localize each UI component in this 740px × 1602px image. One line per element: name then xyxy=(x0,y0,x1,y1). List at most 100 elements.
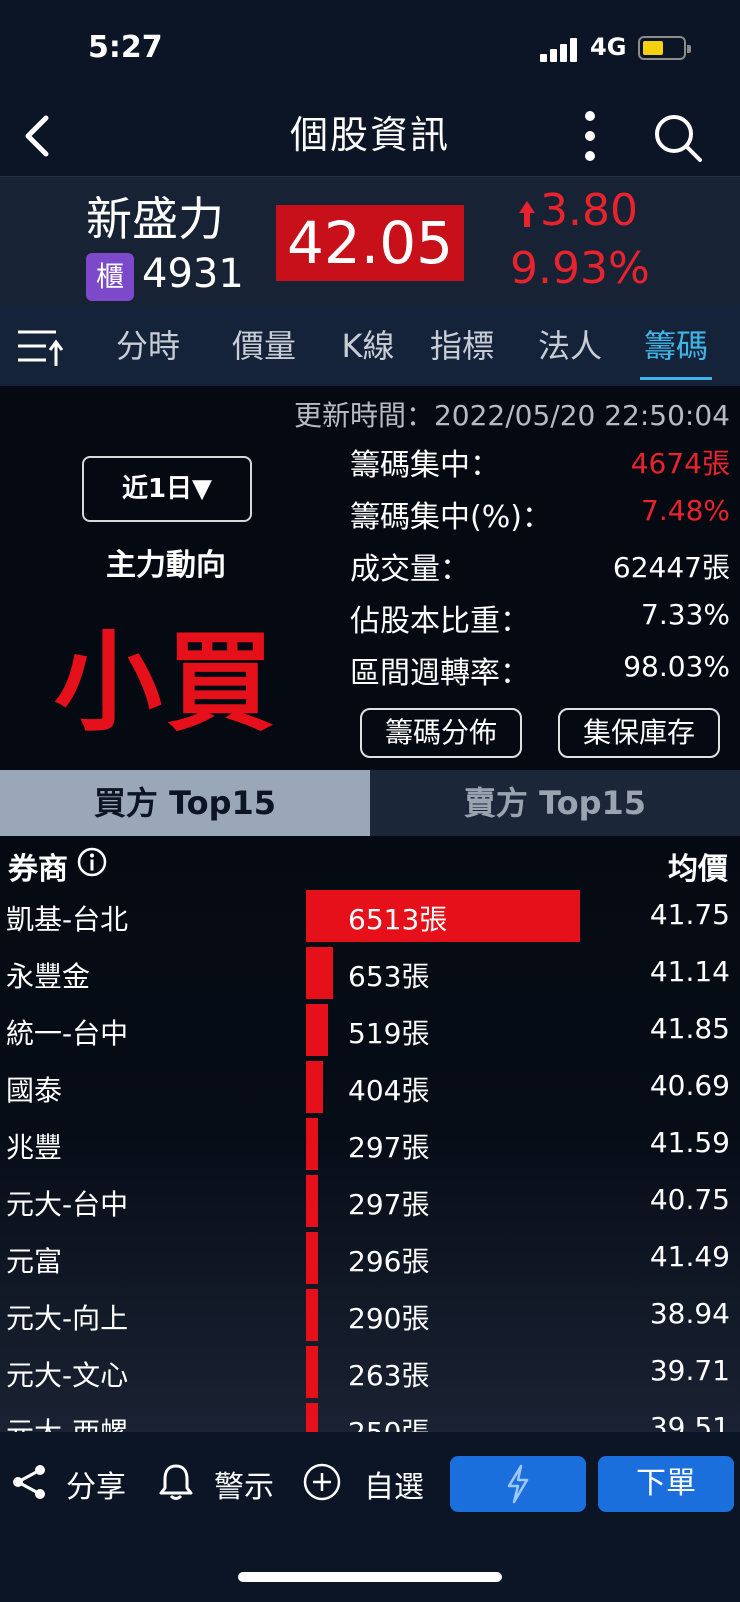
tab-intraday[interactable]: 分時 xyxy=(108,306,188,386)
header-broker: 券商 xyxy=(8,852,68,887)
table-row[interactable]: 兆豐 297張 41.59 xyxy=(0,1118,740,1174)
custody-inventory-button[interactable]: 集保庫存 xyxy=(558,708,720,758)
chip-summary-panel: 更新時間：2022/05/20 22:50:04 近1日▼ 主力動向 小買 籌碼… xyxy=(0,386,740,770)
stat-value-turnover: 98.03% xyxy=(623,650,730,683)
buy-top15-tab[interactable]: 買方 Top15 xyxy=(0,770,370,836)
tab-kline[interactable]: K線 xyxy=(318,306,418,386)
table-row[interactable]: 統一-台中 519張 41.85 xyxy=(0,1004,740,1060)
average-price: 38.94 xyxy=(649,1297,730,1330)
tab-chips[interactable]: 籌碼 xyxy=(640,306,712,386)
broker-name: 元富 xyxy=(6,1245,63,1278)
more-vertical-icon[interactable] xyxy=(574,106,606,166)
volume-bar xyxy=(306,1346,318,1398)
net-buy-quantity: 297張 xyxy=(348,1188,430,1221)
stock-code: 4931 xyxy=(142,251,244,297)
price-change-percent: 9.93% xyxy=(510,243,650,294)
search-icon[interactable] xyxy=(650,110,706,166)
volume-bar xyxy=(306,1004,328,1056)
watchlist-label[interactable]: 自選 xyxy=(364,1462,424,1506)
net-buy-quantity: 404張 xyxy=(348,1074,430,1107)
info-icon[interactable] xyxy=(76,846,108,878)
buy-sell-switch: 買方 Top15 賣方 Top15 xyxy=(0,770,740,836)
stat-value-capital-ratio: 7.33% xyxy=(641,598,730,631)
status-bar: 5:27 4G xyxy=(0,0,740,96)
up-arrow-icon xyxy=(519,201,535,227)
broker-name: 元大-台中 xyxy=(6,1188,129,1221)
stock-name: 新盛力 xyxy=(86,192,224,246)
chip-distribution-button[interactable]: 籌碼分佈 xyxy=(360,708,522,758)
main-flow-label: 主力動向 xyxy=(106,548,226,583)
stat-value-volume: 62447張 xyxy=(612,551,730,584)
price-change: 3.80 xyxy=(540,185,638,236)
tab-price-volume[interactable]: 價量 xyxy=(214,306,314,386)
net-buy-quantity: 297張 xyxy=(348,1131,430,1164)
average-price: 41.75 xyxy=(649,898,730,931)
broker-table[interactable]: 券商 均價 凱基-台北 6513張 41.75 永豐金 653張 41.14 統一-台中 51… xyxy=(0,836,740,1432)
last-price: 42.05 xyxy=(276,205,464,281)
sort-menu-icon[interactable] xyxy=(16,326,64,370)
broker-name: 兆豐 xyxy=(6,1131,63,1164)
average-price: 41.14 xyxy=(649,955,730,988)
stat-label-volume: 成交量： xyxy=(350,552,470,587)
share-label[interactable]: 分享 xyxy=(66,1462,126,1506)
volume-bar xyxy=(306,1289,318,1341)
period-dropdown[interactable]: 近1日▼ xyxy=(82,456,252,522)
table-row[interactable]: 元大-西螺 250張 39.51 xyxy=(0,1403,740,1432)
net-buy-quantity: 653張 xyxy=(348,960,430,993)
broker-name: 元大-向上 xyxy=(6,1302,129,1335)
network-type: 4G xyxy=(590,33,627,61)
signal-icon xyxy=(540,38,580,62)
average-price: 41.85 xyxy=(649,1012,730,1045)
add-circle-icon[interactable] xyxy=(302,1462,342,1502)
stat-label-turnover: 區間週轉率： xyxy=(350,656,530,691)
page-title: 個股資訊 xyxy=(289,113,450,157)
volume-bar xyxy=(306,1403,318,1432)
table-row[interactable]: 元大-向上 290張 38.94 xyxy=(0,1289,740,1345)
battery-icon xyxy=(638,36,691,60)
stock-chip-screen: 5:27 4G 個股資訊 新盛力 櫃 4931 42.05 3.80 9.93%… xyxy=(0,0,740,1602)
update-time: 更新時間：2022/05/20 22:50:04 xyxy=(293,399,730,432)
broker-name: 統一-台中 xyxy=(6,1017,129,1050)
header-average-price: 均價 xyxy=(668,852,728,887)
average-price: 41.49 xyxy=(649,1240,730,1273)
volume-bar xyxy=(306,947,333,999)
net-buy-quantity: 519張 xyxy=(348,1017,430,1050)
broker-name: 元大-文心 xyxy=(6,1359,129,1392)
status-time: 5:27 xyxy=(88,30,163,65)
average-price: 39.71 xyxy=(649,1354,730,1387)
table-row[interactable]: 凱基-台北 6513張 41.75 xyxy=(0,890,740,946)
net-buy-quantity: 296張 xyxy=(348,1245,430,1278)
stat-value-concentration-pct: 7.48% xyxy=(641,494,730,527)
stock-quote-header: 新盛力 櫃 4931 42.05 3.80 9.93% xyxy=(0,176,740,306)
volume-bar xyxy=(306,1118,318,1170)
net-buy-quantity: 290張 xyxy=(348,1302,430,1335)
place-order-button[interactable]: 下單 xyxy=(598,1456,734,1512)
table-row[interactable]: 國泰 404張 40.69 xyxy=(0,1061,740,1117)
table-row[interactable]: 元大-台中 297張 40.75 xyxy=(0,1175,740,1231)
lightning-icon xyxy=(507,1464,529,1504)
stat-value-concentration: 4674張 xyxy=(630,447,730,480)
back-arrow-icon[interactable] xyxy=(16,110,60,162)
table-row[interactable]: 永豐金 653張 41.14 xyxy=(0,947,740,1003)
table-row[interactable]: 元大-文心 263張 39.71 xyxy=(0,1346,740,1402)
average-price: 40.69 xyxy=(649,1069,730,1102)
quick-order-button[interactable] xyxy=(450,1456,586,1512)
average-price: 39.51 xyxy=(649,1411,730,1432)
table-row[interactable]: 元富 296張 41.49 xyxy=(0,1232,740,1288)
bottom-toolbar: 分享 警示 自選 下單 xyxy=(0,1432,740,1602)
tab-institutional[interactable]: 法人 xyxy=(528,306,612,386)
nav-bar: 個股資訊 xyxy=(0,96,740,176)
sell-top15-tab[interactable]: 賣方 Top15 xyxy=(370,770,740,836)
average-price: 40.75 xyxy=(649,1183,730,1216)
share-icon[interactable] xyxy=(10,1462,50,1502)
broker-name: 國泰 xyxy=(6,1074,63,1107)
stat-label-concentration: 籌碼集中： xyxy=(350,448,500,483)
main-flow-value: 小買 xyxy=(53,621,278,746)
alert-label[interactable]: 警示 xyxy=(214,1462,274,1506)
stat-label-capital-ratio: 佔股本比重： xyxy=(350,604,530,639)
tab-indicators[interactable]: 指標 xyxy=(420,306,504,386)
broker-name: 永豐金 xyxy=(6,960,91,993)
volume-bar xyxy=(306,1232,318,1284)
bell-icon[interactable] xyxy=(156,1462,196,1502)
net-buy-quantity: 250張 xyxy=(348,1411,429,1432)
